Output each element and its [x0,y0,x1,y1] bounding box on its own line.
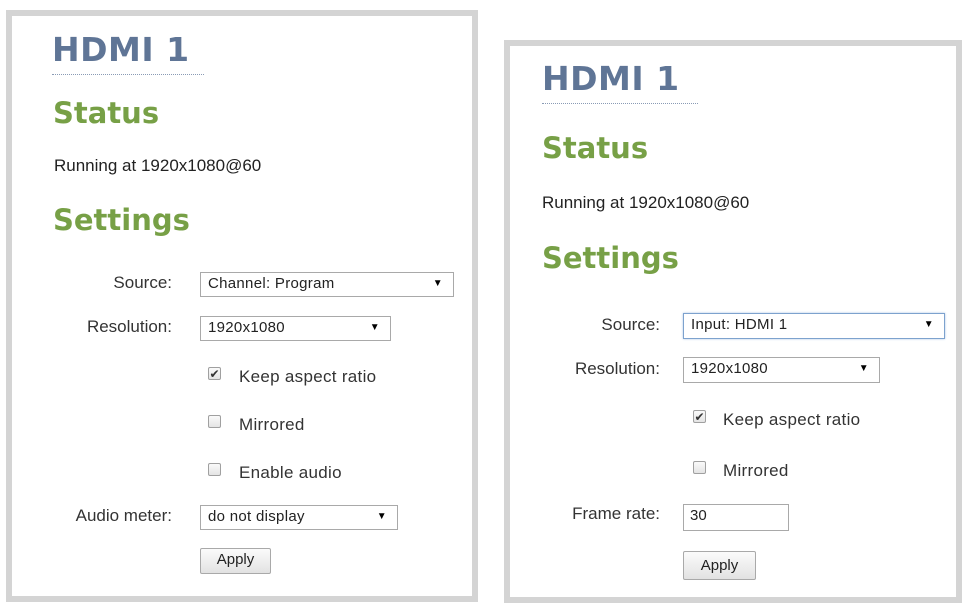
frame-rate-input[interactable]: 30 [683,504,789,531]
audio-meter-select-value: do not display [208,508,305,525]
status-heading: Status [542,131,649,165]
status-text: Running at 1920x1080@60 [542,193,750,212]
status-heading: Status [53,96,160,130]
source-select-value: Channel: Program [208,275,335,292]
source-select-value: Input: HDMI 1 [691,316,788,333]
resolution-select[interactable]: 1920x1080 ▼ [200,316,391,341]
title-underline [542,103,698,104]
check-icon: ✔ [209,367,220,381]
keep-aspect-checkbox[interactable]: ✔ [208,367,221,380]
source-label: Source: [113,273,172,292]
resolution-label: Resolution: [574,359,660,378]
chevron-down-icon: ▼ [923,319,934,330]
status-text: Running at 1920x1080@60 [54,156,262,175]
source-select[interactable]: Channel: Program ▼ [200,272,454,297]
frame-rate-label: Frame rate: [572,504,660,523]
enable-audio-label: Enable audio [239,463,342,482]
mirrored-label: Mirrored [723,461,789,480]
page-title: HDMI 1 [542,59,680,98]
chevron-down-icon: ▼ [858,363,869,374]
apply-button[interactable]: Apply [683,551,756,580]
resolution-label: Resolution: [86,317,172,336]
chevron-down-icon: ▼ [432,278,443,289]
apply-button[interactable]: Apply [200,548,271,574]
source-label: Source: [601,315,660,334]
audio-meter-select[interactable]: do not display ▼ [200,505,398,530]
settings-heading: Settings [53,203,190,237]
resolution-select-value: 1920x1080 [208,319,285,336]
title-underline [52,74,204,75]
mirrored-checkbox[interactable] [693,461,706,474]
resolution-select-value: 1920x1080 [691,360,768,377]
left-settings-panel: HDMI 1 Status Running at 1920x1080@60 Se… [6,10,478,602]
right-settings-panel: HDMI 1 Status Running at 1920x1080@60 Se… [504,40,962,603]
chevron-down-icon: ▼ [376,511,387,522]
keep-aspect-label: Keep aspect ratio [723,410,861,429]
enable-audio-checkbox[interactable] [208,463,221,476]
audio-meter-label: Audio meter: [75,506,172,525]
settings-heading: Settings [542,241,679,275]
keep-aspect-label: Keep aspect ratio [239,367,377,386]
page-title: HDMI 1 [52,30,190,69]
source-select[interactable]: Input: HDMI 1 ▼ [683,313,945,339]
check-icon: ✔ [694,410,705,424]
mirrored-label: Mirrored [239,415,305,434]
mirrored-checkbox[interactable] [208,415,221,428]
chevron-down-icon: ▼ [369,322,380,333]
keep-aspect-checkbox[interactable]: ✔ [693,410,706,423]
resolution-select[interactable]: 1920x1080 ▼ [683,357,880,383]
